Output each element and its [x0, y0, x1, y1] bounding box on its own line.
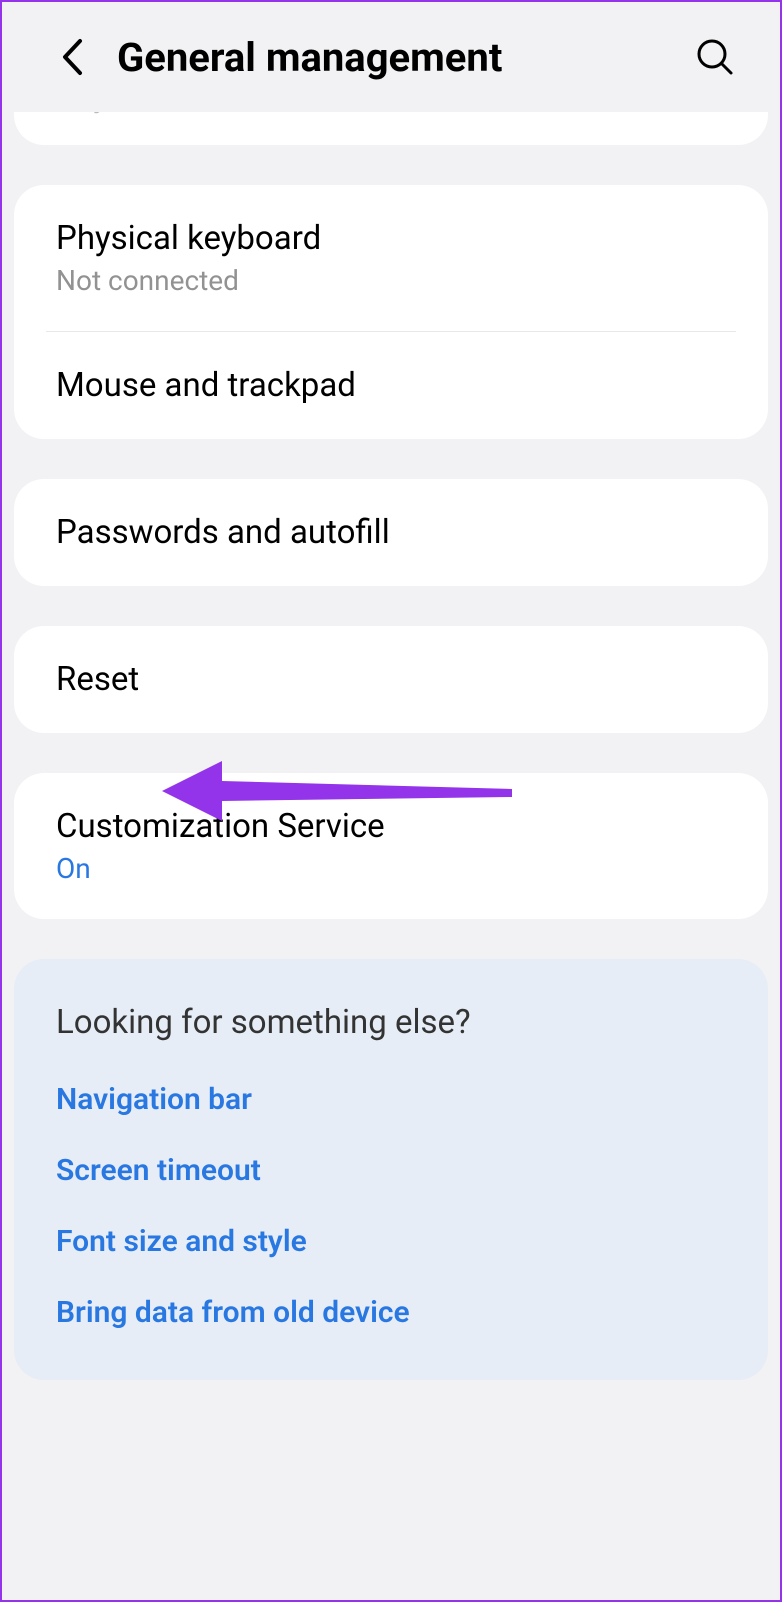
suggestions-heading: Looking for something else? — [56, 1003, 726, 1042]
card-keyboard-group: Physical keyboard Not connected Mouse an… — [14, 185, 768, 439]
item-title: Mouse and trackpad — [56, 366, 726, 405]
chevron-left-icon — [61, 38, 83, 76]
item-title: Customization Service — [56, 807, 726, 846]
item-subtitle: Not connected — [56, 264, 726, 297]
link-navigation-bar[interactable]: Navigation bar — [56, 1082, 726, 1117]
search-icon — [695, 37, 735, 77]
card-partial: Keyboard list and default — [14, 112, 768, 145]
passwords-autofill-item[interactable]: Passwords and autofill — [14, 479, 768, 586]
keyboard-list-default-item[interactable]: Keyboard list and default — [14, 112, 768, 145]
app-header: General management — [2, 2, 780, 112]
customization-service-item[interactable]: Customization Service On — [14, 773, 768, 919]
card-passwords: Passwords and autofill — [14, 479, 768, 586]
item-title: Passwords and autofill — [56, 513, 726, 552]
link-screen-timeout[interactable]: Screen timeout — [56, 1153, 726, 1188]
item-title: Reset — [56, 660, 726, 699]
link-font-size-style[interactable]: Font size and style — [56, 1224, 726, 1259]
mouse-trackpad-item[interactable]: Mouse and trackpad — [14, 332, 768, 439]
back-button[interactable] — [52, 37, 92, 77]
item-subtitle: On — [56, 852, 726, 885]
card-customization: Customization Service On — [14, 773, 768, 919]
search-button[interactable] — [690, 32, 740, 82]
item-title: Physical keyboard — [56, 219, 726, 258]
reset-item[interactable]: Reset — [14, 626, 768, 733]
suggestions-card: Looking for something else? Navigation b… — [14, 959, 768, 1380]
item-title: Keyboard list and default — [56, 112, 726, 115]
settings-list: Keyboard list and default Physical keybo… — [2, 112, 780, 1600]
page-title: General management — [117, 34, 690, 81]
card-reset: Reset — [14, 626, 768, 733]
link-bring-data[interactable]: Bring data from old device — [56, 1295, 726, 1330]
physical-keyboard-item[interactable]: Physical keyboard Not connected — [14, 185, 768, 331]
